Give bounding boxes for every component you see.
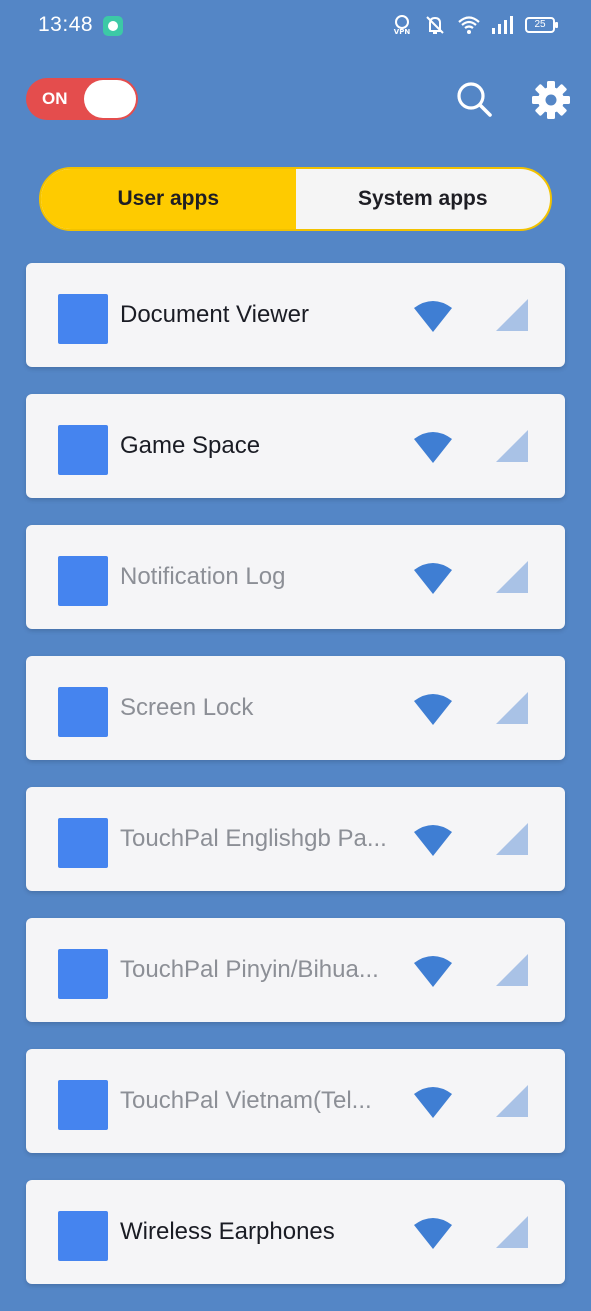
wifi-icon[interactable] — [412, 299, 454, 333]
status-time: 13:48 — [38, 13, 94, 36]
wifi-icon[interactable] — [412, 954, 454, 988]
app-icon — [58, 556, 108, 606]
svg-text:VPN: VPN — [394, 28, 411, 36]
wifi-icon[interactable] — [412, 561, 454, 595]
app-name: Document Viewer — [120, 301, 309, 328]
mobile-data-icon[interactable] — [494, 821, 530, 857]
wifi-icon[interactable] — [412, 692, 454, 726]
battery-icon: 25 — [525, 17, 558, 33]
mobile-data-icon[interactable] — [494, 1214, 530, 1250]
gear-icon[interactable] — [531, 80, 571, 120]
toggle-knob — [84, 80, 136, 118]
app-icon — [58, 949, 108, 999]
wifi-icon[interactable] — [412, 1216, 454, 1250]
app-icon — [58, 1080, 108, 1130]
mobile-data-icon[interactable] — [494, 690, 530, 726]
app-icon — [58, 818, 108, 868]
app-row[interactable]: Document Viewer — [26, 263, 565, 367]
app-name: TouchPal Pinyin/Bihua... — [120, 956, 379, 983]
app-row[interactable]: TouchPal Vietnam(Tel... — [26, 1049, 565, 1153]
app-icon — [58, 1211, 108, 1261]
mobile-data-icon[interactable] — [494, 559, 530, 595]
app-row[interactable]: Notification Log — [26, 525, 565, 629]
mobile-data-icon[interactable] — [494, 1083, 530, 1119]
toggle-label: ON — [42, 89, 68, 108]
wifi-icon[interactable] — [412, 1085, 454, 1119]
app-name: Wireless Earphones — [120, 1218, 335, 1245]
app-row[interactable]: TouchPal Pinyin/Bihua... — [26, 918, 565, 1022]
mute-icon — [423, 14, 447, 36]
app-list: Document Viewer Game Space Notification … — [26, 263, 565, 1311]
vpn-icon: VPN — [391, 14, 413, 36]
mobile-data-icon[interactable] — [494, 952, 530, 988]
app-type-tabs: User apps System apps — [39, 167, 552, 231]
tab-system-apps[interactable]: System apps — [296, 169, 551, 229]
app-row[interactable]: Screen Lock — [26, 656, 565, 760]
app-name: TouchPal Vietnam(Tel... — [120, 1087, 372, 1114]
status-icons: VPN 25 — [391, 14, 558, 36]
wifi-icon — [457, 15, 481, 35]
app-row[interactable]: Wireless Earphones — [26, 1180, 565, 1284]
app-row[interactable]: TouchPal Englishgb Pa... — [26, 787, 565, 891]
wifi-icon[interactable] — [412, 823, 454, 857]
app-name: TouchPal Englishgb Pa... — [120, 825, 387, 852]
search-icon[interactable] — [455, 80, 493, 118]
app-name: Screen Lock — [120, 694, 254, 721]
mobile-data-icon[interactable] — [494, 297, 530, 333]
app-icon — [58, 425, 108, 475]
app-row[interactable]: Game Space — [26, 394, 565, 498]
app-icon — [58, 687, 108, 737]
app-icon — [58, 294, 108, 344]
signal-icon — [491, 15, 515, 35]
chat-app-icon — [103, 16, 123, 36]
battery-level: 25 — [534, 19, 546, 30]
app-name: Notification Log — [120, 563, 286, 590]
status-bar: 13:48 VPN 25 — [0, 0, 591, 52]
firewall-toggle[interactable]: ON — [26, 78, 138, 120]
mobile-data-icon[interactable] — [494, 428, 530, 464]
app-name: Game Space — [120, 432, 261, 459]
wifi-icon[interactable] — [412, 430, 454, 464]
tab-user-apps[interactable]: User apps — [41, 169, 296, 229]
